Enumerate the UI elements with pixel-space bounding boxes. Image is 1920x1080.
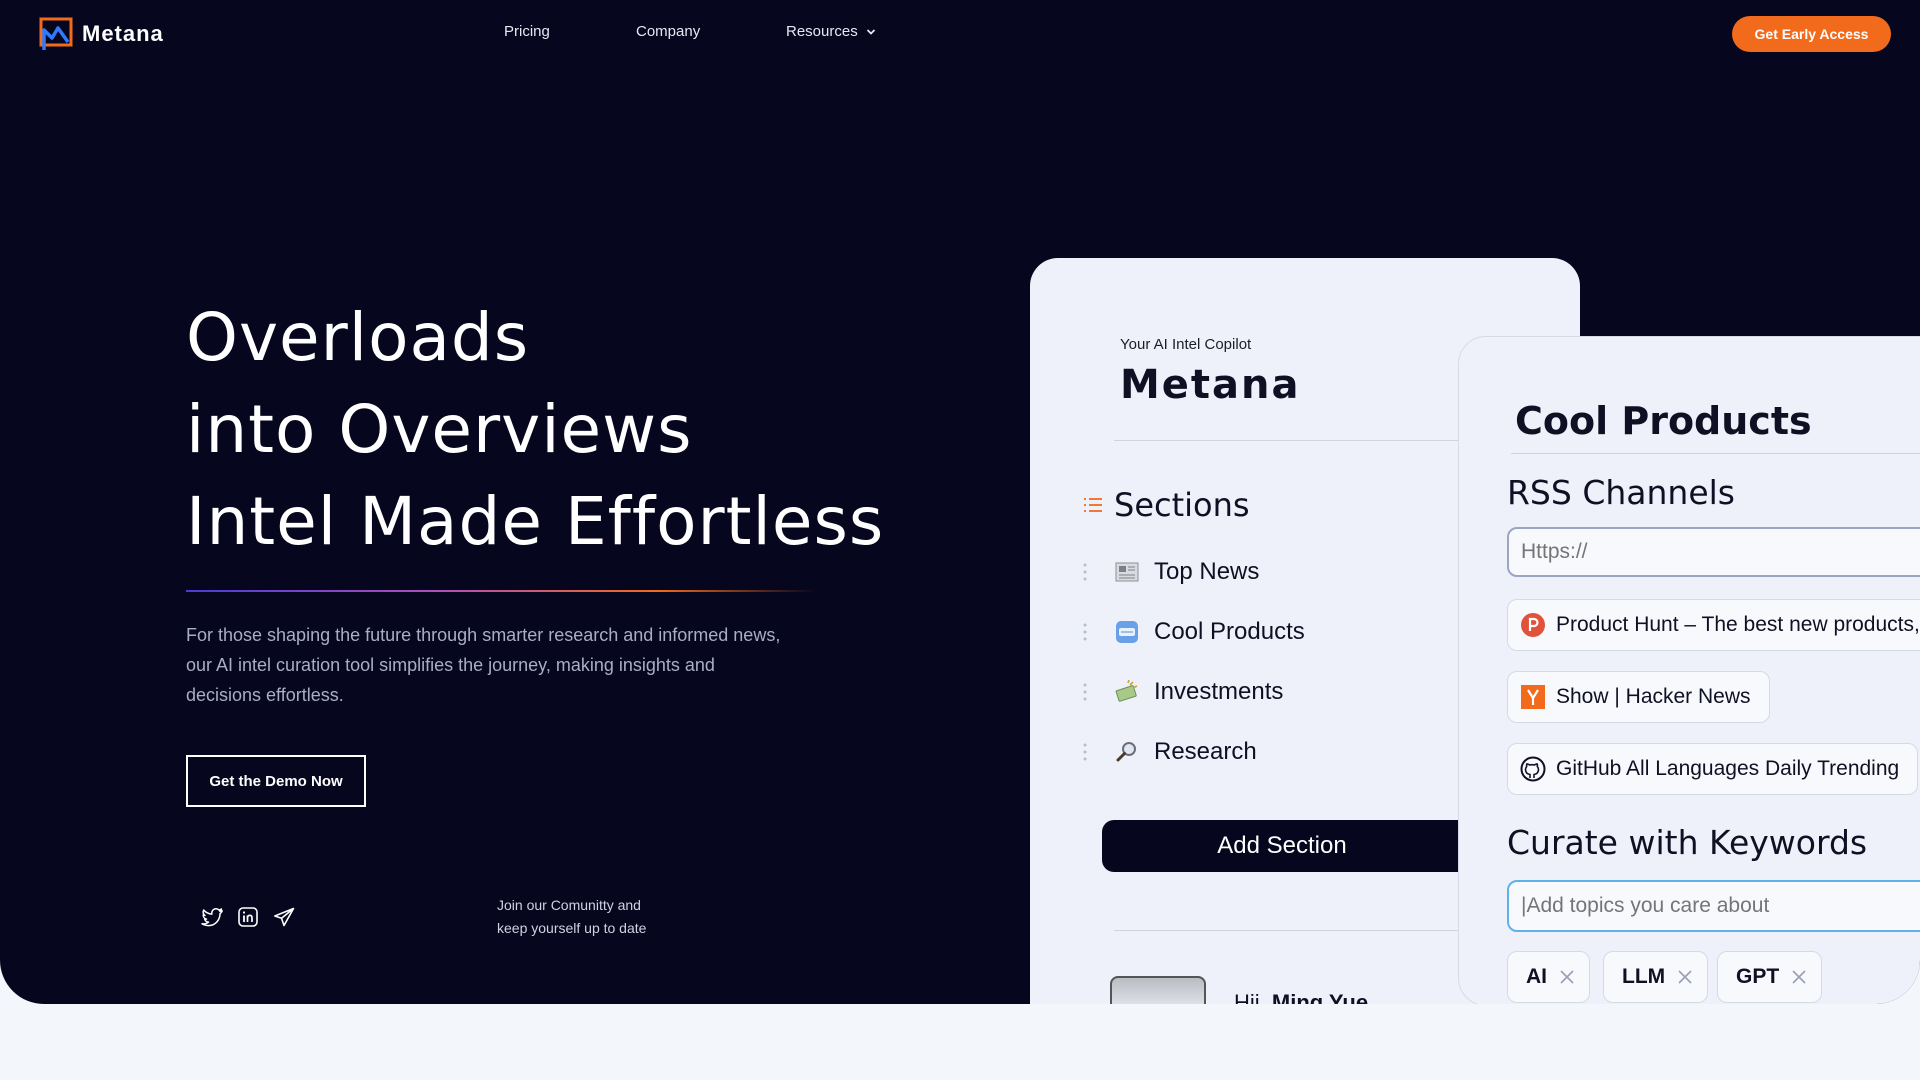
- drag-handle-icon[interactable]: [1082, 621, 1088, 643]
- tag-label: LLM: [1622, 965, 1666, 988]
- top-nav: Metana Pricing Company Resources Get Ear…: [0, 0, 1920, 66]
- channel-label: GitHub All Languages Daily Trending: [1556, 757, 1900, 780]
- section-item-investments[interactable]: Investments: [1082, 678, 1283, 706]
- nav-resources-dropdown[interactable]: Resources: [786, 23, 876, 40]
- brand-name: Metana: [82, 21, 164, 46]
- keyword-tag-gpt[interactable]: GPT: [1717, 951, 1823, 1003]
- keyword-tag-llm[interactable]: LLM: [1603, 951, 1709, 1003]
- divider: [1114, 440, 1514, 441]
- chevron-down-icon: [866, 28, 875, 35]
- github-icon: [1520, 756, 1546, 782]
- brand-logo[interactable]: Metana: [38, 16, 164, 52]
- section-label: Investments: [1154, 678, 1284, 705]
- section-item-research[interactable]: Research: [1082, 738, 1257, 766]
- hero-section: Metana Pricing Company Resources Get Ear…: [0, 0, 1920, 1004]
- channel-label: Show | Hacker News: [1556, 685, 1751, 708]
- gradient-divider: [186, 590, 816, 592]
- greeting-prefix: Hii,: [1234, 990, 1266, 1004]
- magnifier-icon: [1116, 742, 1136, 762]
- drag-handle-icon[interactable]: [1082, 741, 1088, 763]
- get-early-access-button[interactable]: Get Early Access: [1732, 16, 1891, 52]
- user-name: Ming Yue: [1271, 990, 1369, 1004]
- telegram-icon[interactable]: [272, 905, 296, 929]
- close-icon[interactable]: [1791, 969, 1807, 985]
- nav-company-link[interactable]: Company: [636, 23, 700, 40]
- keywords-heading: Curate with Keywords: [1507, 823, 1868, 862]
- get-demo-button[interactable]: Get the Demo Now: [186, 755, 366, 807]
- rss-channel-github-trending[interactable]: GitHub All Languages Daily Trending: [1507, 743, 1919, 795]
- hacker-news-icon: [1521, 685, 1545, 709]
- section-detail-card: Cool Products RSS Channels Product Hunt …: [1458, 336, 1920, 1004]
- section-label: Research: [1154, 738, 1257, 765]
- headline-line-2: into Overviews: [186, 391, 693, 468]
- nav-resources-label: Resources: [786, 23, 858, 40]
- close-icon[interactable]: [1677, 969, 1693, 985]
- product-hunt-icon: [1521, 613, 1545, 637]
- section-label: Top News: [1154, 558, 1260, 585]
- twitter-icon[interactable]: [200, 905, 224, 929]
- sections-header: Sections: [1082, 486, 1250, 524]
- channel-label: Product Hunt – The best new products,: [1556, 613, 1920, 636]
- divider: [1114, 930, 1514, 931]
- rss-channels-heading: RSS Channels: [1507, 473, 1735, 512]
- drag-handle-icon[interactable]: [1082, 561, 1088, 583]
- list-icon: [1084, 498, 1102, 512]
- drag-handle-icon[interactable]: [1082, 681, 1088, 703]
- hero-headline: Overloads into Overviews Intel Made Effo…: [186, 292, 884, 568]
- rss-channel-product-hunt[interactable]: Product Hunt – The best new products,: [1507, 599, 1920, 651]
- nav-pricing-link[interactable]: Pricing: [504, 23, 550, 40]
- community-line-1: Join our Comunitty and: [497, 897, 641, 913]
- cool-icon: [1116, 621, 1138, 643]
- section-label: Cool Products: [1154, 618, 1305, 645]
- newspaper-icon: [1115, 562, 1139, 582]
- close-icon[interactable]: [1559, 969, 1575, 985]
- copilot-label: Your AI Intel Copilot: [1120, 336, 1252, 353]
- divider: [1511, 453, 1920, 454]
- headline-line-3: Intel Made Effortless: [186, 483, 885, 560]
- tag-label: AI: [1526, 965, 1547, 988]
- detail-title: Cool Products: [1515, 399, 1812, 443]
- keyword-tag-ai[interactable]: AI: [1507, 951, 1590, 1003]
- rss-channel-hacker-news[interactable]: Show | Hacker News: [1507, 671, 1770, 723]
- social-links: [200, 905, 296, 929]
- app-brand-name: Metana: [1120, 362, 1301, 408]
- rss-url-input[interactable]: [1507, 527, 1920, 577]
- user-greeting: Hii, Ming Yue: [1234, 990, 1368, 1004]
- sections-title: Sections: [1114, 486, 1250, 524]
- linkedin-icon[interactable]: [236, 905, 260, 929]
- metana-logo-icon: [39, 17, 73, 50]
- hero-description: For those shaping the future through sma…: [186, 625, 781, 705]
- section-item-cool-products[interactable]: Cool Products: [1082, 618, 1305, 646]
- tag-label: GPT: [1736, 965, 1780, 988]
- community-text: Join our Comunitty and keep yourself up …: [497, 894, 646, 940]
- avatar[interactable]: [1110, 976, 1206, 1004]
- headline-line-1: Overloads: [186, 299, 530, 376]
- keywords-input[interactable]: [1507, 880, 1920, 932]
- section-item-top-news[interactable]: Top News: [1082, 558, 1259, 586]
- money-icon: [1115, 679, 1138, 702]
- community-line-2: keep yourself up to date: [497, 920, 647, 936]
